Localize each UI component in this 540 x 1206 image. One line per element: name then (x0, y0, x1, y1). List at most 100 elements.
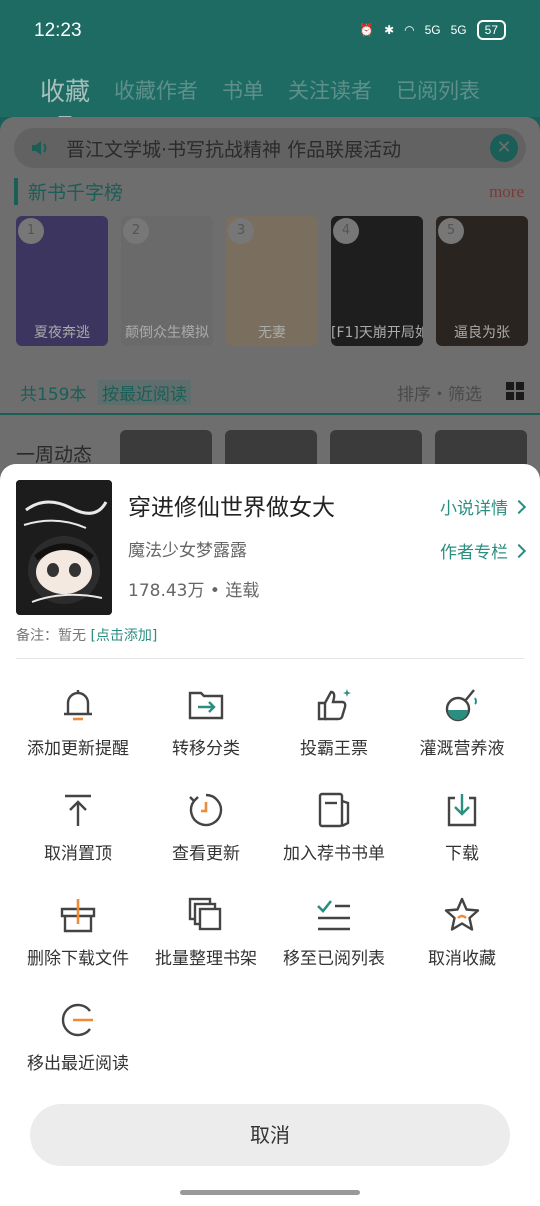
tab-read-list[interactable]: 已阅列表 (396, 75, 480, 105)
rank-badge: 4 (333, 218, 359, 244)
vote-ticket-button[interactable]: 投霸王票 (270, 674, 398, 779)
add-to-booklist-button[interactable]: 加入荐书书单 (270, 779, 398, 884)
unfavorite-button[interactable]: 取消收藏 (398, 884, 526, 989)
bluetooth-icon: ✱ (384, 23, 395, 37)
cancel-button[interactable]: 取消 (30, 1104, 510, 1166)
rank-badge: 1 (18, 218, 44, 244)
tab-favorites[interactable]: 收藏 (40, 72, 90, 120)
delete-download-icon (60, 899, 96, 933)
unpin-top-button[interactable]: 取消置顶 (14, 779, 142, 884)
move-to-read-list-icon (317, 900, 350, 931)
book-cover[interactable] (16, 480, 112, 615)
batch-organize-button[interactable]: 批量整理书架 (142, 884, 270, 989)
download-icon (447, 794, 477, 827)
action-label: 加入荐书书单 (283, 844, 385, 864)
alarm-icon: ⏰ (359, 23, 375, 37)
ranking-book[interactable]: 4 [F1]天崩开局如 (331, 216, 423, 346)
top-tabs: 收藏 收藏作者 书单 关注读者 已阅列表 (0, 62, 540, 120)
ranking-book[interactable]: 1 夏夜奔逃 (16, 216, 108, 346)
add-note-button[interactable]: [点击添加] (90, 628, 157, 644)
bell-icon (64, 690, 92, 721)
action-label: 取消置顶 (44, 844, 112, 864)
more-link[interactable]: more (489, 182, 524, 202)
signal-label-1: 5G (424, 23, 441, 37)
booklist-add-icon (318, 792, 350, 828)
book-action-sheet: 穿进修仙世界做女大 魔法少女梦露露 178.43万 • 连载 小说详情 作者专栏… (0, 464, 540, 1206)
book-title: 穿进修仙世界做女大 (128, 495, 335, 521)
grid-view-icon[interactable] (506, 382, 524, 400)
ranking-book-name: 颠倒众生模拟 (125, 325, 209, 341)
rank-badge: 5 (438, 218, 464, 244)
refresh-clock-icon (189, 793, 223, 827)
remove-recent-icon (61, 1003, 93, 1037)
signal-label-2: 5G (450, 23, 467, 37)
ranking-book-name: 无妻 (258, 325, 286, 341)
notice-banner[interactable]: 晋江文学城·书写抗战精神 作品联展活动 ✕ (14, 128, 526, 168)
tab-booklists[interactable]: 书单 (222, 75, 264, 105)
ranking-book-name: [F1]天崩开局如 (331, 325, 423, 341)
star-remove-icon (444, 897, 480, 931)
sort-mode-button[interactable]: 按最近阅读 (98, 380, 191, 405)
clock: 12:23 (34, 20, 82, 41)
move-to-read-list-button[interactable]: 移至已阅列表 (270, 884, 398, 989)
nutrient-solution-button[interactable]: 灌溉营养液 (398, 674, 526, 779)
novel-details-label: 小说详情 (440, 499, 508, 519)
author-column-link[interactable]: 作者专栏 (440, 538, 527, 563)
action-label: 投霸王票 (300, 739, 368, 759)
action-label: 取消收藏 (428, 949, 496, 969)
shelf-toolbar: 共159本 按最近阅读 排序・筛选 (20, 380, 530, 405)
download-button[interactable]: 下载 (398, 779, 526, 884)
ranking-book[interactable]: 3 无妻 (226, 216, 318, 346)
watering-flask-icon (445, 689, 477, 722)
action-label: 删除下载文件 (27, 949, 129, 969)
notice-text: 晋江文学城·书写抗战精神 作品联展活动 (66, 138, 402, 161)
remove-recent-reading-button[interactable]: 移出最近阅读 (14, 989, 142, 1094)
add-update-reminder-button[interactable]: 添加更新提醒 (14, 674, 142, 779)
rank-badge: 3 (228, 218, 254, 244)
status-bar: 12:23 ⏰ ✱ ◠ 5G 5G 57 (0, 0, 540, 62)
ranking-book-name: 夏夜奔逃 (34, 325, 90, 341)
novel-details-link[interactable]: 小说详情 (440, 494, 527, 519)
note-label: 备注：暂无 (16, 628, 86, 644)
book-meta: 178.43万 • 连载 (128, 581, 260, 601)
cover-art (16, 480, 112, 615)
action-label: 移出最近阅读 (27, 1054, 129, 1074)
weekly-updates-label: 一周动态 (16, 444, 93, 466)
tab-followed-readers[interactable]: 关注读者 (288, 75, 372, 105)
action-label: 查看更新 (172, 844, 240, 864)
tab-favorite-authors[interactable]: 收藏作者 (114, 75, 198, 105)
check-updates-button[interactable]: 查看更新 (142, 779, 270, 884)
speaker-icon (32, 141, 47, 155)
book-author: 魔法少女梦露露 (128, 541, 247, 561)
action-grid: 添加更新提醒 转移分类 投霸王票 灌溉营养液 取消置顶 查看更新 加入荐书书单 … (14, 674, 526, 1094)
action-label: 添加更新提醒 (27, 739, 129, 759)
note-row: 备注：暂无 [点击添加] (16, 625, 157, 645)
action-label: 移至已阅列表 (283, 949, 385, 969)
chevron-right-icon (511, 499, 527, 514)
batch-organize-icon (188, 897, 222, 931)
thumbs-up-icon (317, 689, 351, 721)
action-label: 灌溉营养液 (419, 739, 505, 759)
ranking-book-name: 逼良为张 (454, 325, 510, 341)
wifi-icon: ◠ (404, 23, 415, 37)
battery-indicator: 57 (476, 20, 506, 40)
close-icon[interactable]: ✕ (490, 134, 518, 162)
ranking-book[interactable]: 2 颠倒众生模拟 (121, 216, 213, 346)
home-indicator[interactable] (180, 1190, 360, 1195)
move-category-button[interactable]: 转移分类 (142, 674, 270, 779)
action-label: 转移分类 (172, 739, 240, 759)
chevron-right-icon (511, 543, 527, 558)
ranking-books: 1 夏夜奔逃 2 颠倒众生模拟 3 无妻 4 [F1]天崩开局如 5 逼良为张 (16, 216, 528, 346)
status-icons: ⏰ ✱ ◠ 5G 5G 57 (359, 20, 506, 40)
unpin-top-icon (65, 794, 91, 826)
sort-filter-button[interactable]: 排序・筛选 (397, 380, 482, 405)
ranking-book[interactable]: 5 逼良为张 (436, 216, 528, 346)
folder-move-icon (188, 691, 224, 720)
ranking-title: 新书千字榜 (14, 178, 123, 205)
author-column-label: 作者专栏 (440, 543, 508, 563)
rank-badge: 2 (123, 218, 149, 244)
shelf-count: 共159本 (20, 385, 87, 405)
divider (0, 413, 540, 415)
delete-download-button[interactable]: 删除下载文件 (14, 884, 142, 989)
divider (16, 658, 524, 659)
